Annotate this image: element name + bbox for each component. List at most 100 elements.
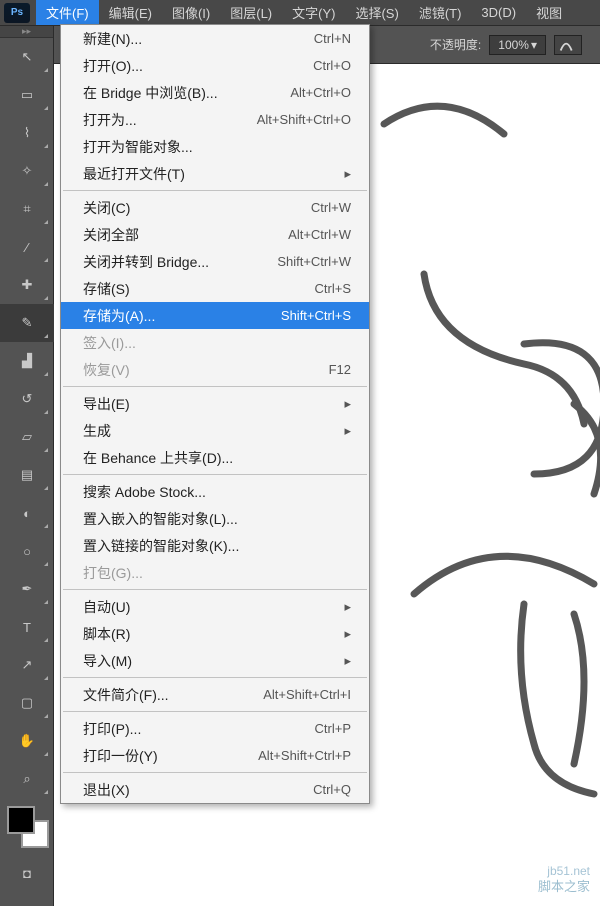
path-selection-tool[interactable]: ↗ <box>0 646 54 684</box>
toolbox-grip[interactable]: ▸▸ <box>0 26 53 38</box>
menu-item-label: 文件简介(F)... <box>83 685 169 705</box>
menu-2[interactable]: 图像(I) <box>162 0 220 25</box>
chevron-down-icon[interactable]: ▾ <box>531 38 537 52</box>
file-menu-item-0[interactable]: 新建(N)... Ctrl+N <box>61 25 369 52</box>
menu-3[interactable]: 图层(L) <box>220 0 282 25</box>
clone-stamp-tool[interactable]: ▟ <box>0 342 54 380</box>
magic-wand-tool[interactable]: ✧ <box>0 152 54 190</box>
file-menu-item-28[interactable]: 文件简介(F)...Alt+Shift+Ctrl+I <box>61 681 369 708</box>
file-menu-item-11[interactable]: 存储为(A)... Shift+Ctrl+S <box>61 302 369 329</box>
menu-item-label: 退出(X) <box>83 780 130 800</box>
menu-item-label: 存储为(A)... <box>83 306 155 326</box>
file-menu-item-25[interactable]: 脚本(R)▸ <box>61 620 369 647</box>
dodge-tool[interactable]: ○ <box>0 532 54 570</box>
eraser-tool[interactable]: ▱ <box>0 418 54 456</box>
menu-item-shortcut: Ctrl+S <box>315 281 351 296</box>
file-menu-item-4[interactable]: 打开为智能对象... <box>61 133 369 160</box>
menu-8[interactable]: 视图 <box>526 0 572 25</box>
file-menu-item-7[interactable]: 关闭(C)Ctrl+W <box>61 194 369 221</box>
marquee-tool[interactable]: ▭ <box>0 76 54 114</box>
rectangle-tool[interactable]: ▢ <box>0 684 54 722</box>
lasso-tool[interactable]: ⌇ <box>0 114 54 152</box>
move-tool[interactable]: ↖ <box>0 38 54 76</box>
file-menu-item-22: 打包(G)... <box>61 559 369 586</box>
menu-item-label: 脚本(R) <box>83 624 130 644</box>
foreground-color-swatch[interactable] <box>7 806 35 834</box>
menu-item-label: 关闭并转到 Bridge... <box>83 252 209 272</box>
file-menu-item-24[interactable]: 自动(U)▸ <box>61 593 369 620</box>
file-menu-dropdown: 新建(N)...Ctrl+N打开(O)...Ctrl+O在 Bridge 中浏览… <box>60 24 370 804</box>
eyedropper-tool[interactable]: ⁄ <box>0 228 54 266</box>
quickmask-tool[interactable]: ◘ <box>0 854 54 892</box>
menu-item-label: 打开(O)... <box>83 56 143 76</box>
menu-item-label: 最近打开文件(T) <box>83 164 185 184</box>
menu-item-label: 置入链接的智能对象(K)... <box>83 536 239 556</box>
menu-item-label: 导出(E) <box>83 394 130 414</box>
file-menu-item-17[interactable]: 在 Behance 上共享(D)... <box>61 444 369 471</box>
menu-item-label: 打印(P)... <box>83 719 141 739</box>
pen-tool[interactable]: ✒ <box>0 570 54 608</box>
menu-item-shortcut: Ctrl+N <box>314 31 351 46</box>
brush-tool[interactable]: ✎ <box>0 304 54 342</box>
blur-tool[interactable]: ◐ <box>0 494 54 532</box>
submenu-arrow-icon: ▸ <box>344 599 351 615</box>
submenu-arrow-icon: ▸ <box>344 166 351 182</box>
file-menu-item-33[interactable]: 退出(X)Ctrl+Q <box>61 776 369 803</box>
file-menu-item-10[interactable]: 存储(S)Ctrl+S <box>61 275 369 302</box>
menu-separator <box>63 589 367 590</box>
menu-item-shortcut: Ctrl+P <box>315 721 351 736</box>
file-menu-item-19[interactable]: 搜索 Adobe Stock... <box>61 478 369 505</box>
type-tool[interactable]: T <box>0 608 54 646</box>
menu-separator <box>63 474 367 475</box>
history-brush-tool[interactable]: ↺ <box>0 380 54 418</box>
menu-item-shortcut: Alt+Ctrl+O <box>290 85 351 100</box>
opacity-value: 100% <box>498 38 529 52</box>
file-menu-item-9[interactable]: 关闭并转到 Bridge...Shift+Ctrl+W <box>61 248 369 275</box>
crop-tool[interactable]: ⌗ <box>0 190 54 228</box>
file-menu-item-26[interactable]: 导入(M)▸ <box>61 647 369 674</box>
menu-item-label: 关闭全部 <box>83 225 139 245</box>
menu-item-label: 新建(N)... <box>83 29 142 49</box>
healing-brush-tool[interactable]: ✚ <box>0 266 54 304</box>
file-menu-item-16[interactable]: 生成▸ <box>61 417 369 444</box>
menu-item-shortcut: Alt+Ctrl+W <box>288 227 351 242</box>
file-menu-item-30[interactable]: 打印(P)... Ctrl+P <box>61 715 369 742</box>
opacity-field[interactable]: 100% ▾ <box>489 35 546 55</box>
file-menu-item-20[interactable]: 置入嵌入的智能对象(L)... <box>61 505 369 532</box>
menu-separator <box>63 711 367 712</box>
file-menu-item-21[interactable]: 置入链接的智能对象(K)... <box>61 532 369 559</box>
pressure-opacity-icon[interactable] <box>554 35 582 55</box>
file-menu-item-1[interactable]: 打开(O)...Ctrl+O <box>61 52 369 79</box>
menu-6[interactable]: 滤镜(T) <box>409 0 472 25</box>
menu-item-shortcut: Shift+Ctrl+S <box>281 308 351 323</box>
menu-item-shortcut: F12 <box>329 362 351 377</box>
menu-1[interactable]: 编辑(E) <box>99 0 162 25</box>
file-menu-item-31[interactable]: 打印一份(Y)Alt+Shift+Ctrl+P <box>61 742 369 769</box>
menubar: Ps 文件(F)编辑(E)图像(I)图层(L)文字(Y)选择(S)滤镜(T)3D… <box>0 0 600 26</box>
file-menu-item-3[interactable]: 打开为...Alt+Shift+Ctrl+O <box>61 106 369 133</box>
menu-5[interactable]: 选择(S) <box>345 0 408 25</box>
menu-item-label: 置入嵌入的智能对象(L)... <box>83 509 238 529</box>
hand-tool[interactable]: ✋ <box>0 722 54 760</box>
menu-7[interactable]: 3D(D) <box>471 0 526 25</box>
menu-item-label: 打开为智能对象... <box>83 137 193 157</box>
file-menu-item-5[interactable]: 最近打开文件(T) ▸ <box>61 160 369 187</box>
color-swatches[interactable] <box>5 804 49 848</box>
file-menu-item-8[interactable]: 关闭全部 Alt+Ctrl+W <box>61 221 369 248</box>
file-menu-item-2[interactable]: 在 Bridge 中浏览(B)... Alt+Ctrl+O <box>61 79 369 106</box>
file-menu-item-13: 恢复(V)F12 <box>61 356 369 383</box>
menu-separator <box>63 677 367 678</box>
submenu-arrow-icon: ▸ <box>344 653 351 669</box>
menu-0[interactable]: 文件(F) <box>36 0 99 25</box>
zoom-tool[interactable]: ⌕ <box>0 760 54 798</box>
opacity-label: 不透明度: <box>430 36 481 53</box>
gradient-tool[interactable]: ▤ <box>0 456 54 494</box>
menu-item-label: 在 Bridge 中浏览(B)... <box>83 83 218 103</box>
watermark-name: 脚本之家 <box>538 879 590 896</box>
menu-item-label: 关闭(C) <box>83 198 130 218</box>
menu-4[interactable]: 文字(Y) <box>282 0 345 25</box>
file-menu-item-15[interactable]: 导出(E)▸ <box>61 390 369 417</box>
menu-item-shortcut: Alt+Shift+Ctrl+P <box>258 748 351 763</box>
menu-item-label: 打包(G)... <box>83 563 143 583</box>
menu-item-label: 签入(I)... <box>83 333 136 353</box>
